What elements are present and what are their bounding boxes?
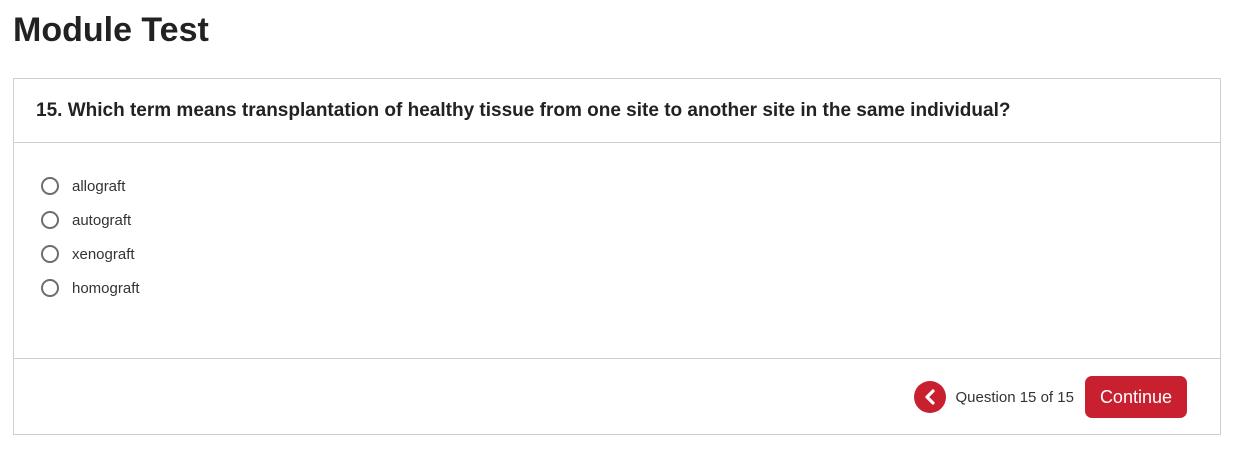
question-footer: Question 15 of 15 Continue bbox=[14, 359, 1220, 435]
question-card: 15. Which term means transplantation of … bbox=[13, 78, 1221, 435]
answer-label: homograft bbox=[72, 279, 140, 297]
answer-option-allograft[interactable]: allograft bbox=[41, 169, 1220, 203]
answer-label: allograft bbox=[72, 177, 126, 195]
page-title: Module Test bbox=[13, 11, 209, 49]
question-text: 15. Which term means transplantation of … bbox=[36, 99, 1011, 121]
answer-label: xenograft bbox=[72, 245, 135, 263]
radio-button[interactable] bbox=[41, 245, 59, 263]
chevron-left-icon bbox=[924, 389, 935, 405]
previous-question-button[interactable] bbox=[913, 381, 946, 413]
answer-option-xenograft[interactable]: xenograft bbox=[41, 237, 1220, 271]
question-header: 15. Which term means transplantation of … bbox=[14, 79, 1220, 143]
radio-button[interactable] bbox=[41, 177, 59, 195]
answer-label: autograft bbox=[72, 211, 132, 229]
radio-button[interactable] bbox=[41, 211, 59, 229]
continue-button[interactable]: Continue bbox=[1084, 376, 1187, 418]
answer-option-homograft[interactable]: homograft bbox=[41, 271, 1220, 305]
answer-options: allograft autograft xenograft homograft bbox=[14, 143, 1220, 359]
answer-option-autograft[interactable]: autograft bbox=[41, 203, 1220, 237]
radio-button[interactable] bbox=[41, 279, 59, 297]
question-counter: Question 15 of 15 bbox=[955, 388, 1074, 406]
